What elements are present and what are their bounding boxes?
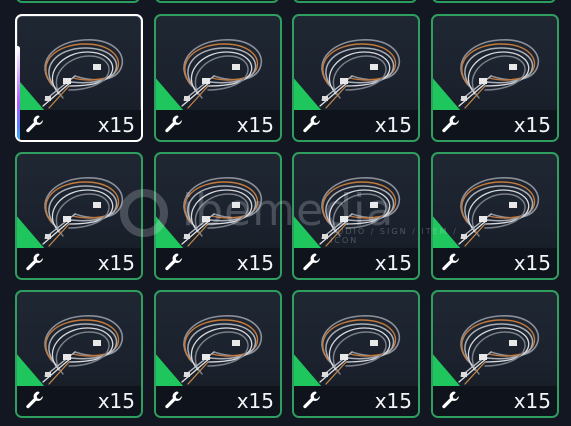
inventory-slot[interactable]: x15 — [431, 290, 559, 418]
inventory-panel: x15 x15 x15 x15 x15 x15 x15 x15 x15 x15 … — [0, 0, 571, 426]
wrench-icon — [165, 115, 182, 133]
inventory-slot[interactable]: x15 — [154, 14, 282, 142]
quantity-label: x15 — [374, 251, 412, 275]
quantity-label: x15 — [236, 251, 274, 275]
wire-bundle-icon — [319, 315, 401, 385]
wrench-icon — [442, 391, 459, 409]
slot-footer: x15 — [433, 110, 557, 140]
wrench-icon — [26, 253, 43, 271]
wire-bundle-icon — [319, 177, 401, 247]
quantity-label: x15 — [374, 389, 412, 413]
wrench-icon — [303, 253, 320, 271]
wire-bundle-icon — [319, 39, 401, 109]
wire-bundle-icon — [181, 39, 263, 109]
wrench-icon — [26, 391, 43, 409]
wire-bundle-icon — [458, 177, 540, 247]
inventory-grid: x15 x15 x15 x15 x15 x15 x15 x15 x15 x15 … — [0, 0, 571, 426]
quantity-label: x15 — [236, 113, 274, 137]
slot-footer: x15 — [156, 248, 280, 278]
wrench-icon — [165, 391, 182, 409]
slot-footer: x15 — [17, 110, 141, 140]
quantity-label: x15 — [513, 113, 551, 137]
slot-footer: x15 — [433, 248, 557, 278]
inventory-slot[interactable]: x15 — [15, 290, 143, 418]
slot-footer: x15 — [433, 386, 557, 416]
inventory-slot[interactable]: x15 — [292, 290, 420, 418]
wire-bundle-icon — [458, 39, 540, 109]
inventory-slot[interactable]: x15 — [154, 152, 282, 280]
wire-bundle-icon — [181, 177, 263, 247]
slot-footer: x15 — [156, 110, 280, 140]
wire-bundle-icon — [42, 315, 124, 385]
slot-footer: x15 — [156, 386, 280, 416]
wire-bundle-icon — [181, 315, 263, 385]
quantity-label: x15 — [97, 113, 135, 137]
quantity-label: x15 — [513, 251, 551, 275]
inventory-slot-selected[interactable]: x15 — [15, 14, 143, 142]
wrench-icon — [303, 391, 320, 409]
wire-bundle-icon — [42, 39, 124, 109]
wrench-icon — [442, 115, 459, 133]
wire-bundle-icon — [458, 315, 540, 385]
wire-bundle-icon — [42, 177, 124, 247]
inventory-slot[interactable]: x15 — [292, 14, 420, 142]
quantity-label: x15 — [513, 389, 551, 413]
quantity-label: x15 — [97, 251, 135, 275]
inventory-slot[interactable]: x15 — [292, 152, 420, 280]
inventory-slot[interactable]: x15 — [431, 14, 559, 142]
quantity-label: x15 — [374, 113, 412, 137]
slot-footer: x15 — [294, 110, 418, 140]
slot-footer: x15 — [17, 386, 141, 416]
slot-footer: x15 — [294, 386, 418, 416]
wrench-icon — [26, 115, 43, 133]
quantity-label: x15 — [97, 389, 135, 413]
inventory-slot[interactable]: x15 — [154, 290, 282, 418]
inventory-slot[interactable]: x15 — [431, 152, 559, 280]
slot-footer: x15 — [294, 248, 418, 278]
inventory-slot[interactable]: x15 — [15, 152, 143, 280]
quantity-label: x15 — [236, 389, 274, 413]
slot-footer: x15 — [17, 248, 141, 278]
wrench-icon — [303, 115, 320, 133]
wrench-icon — [442, 253, 459, 271]
wrench-icon — [165, 253, 182, 271]
